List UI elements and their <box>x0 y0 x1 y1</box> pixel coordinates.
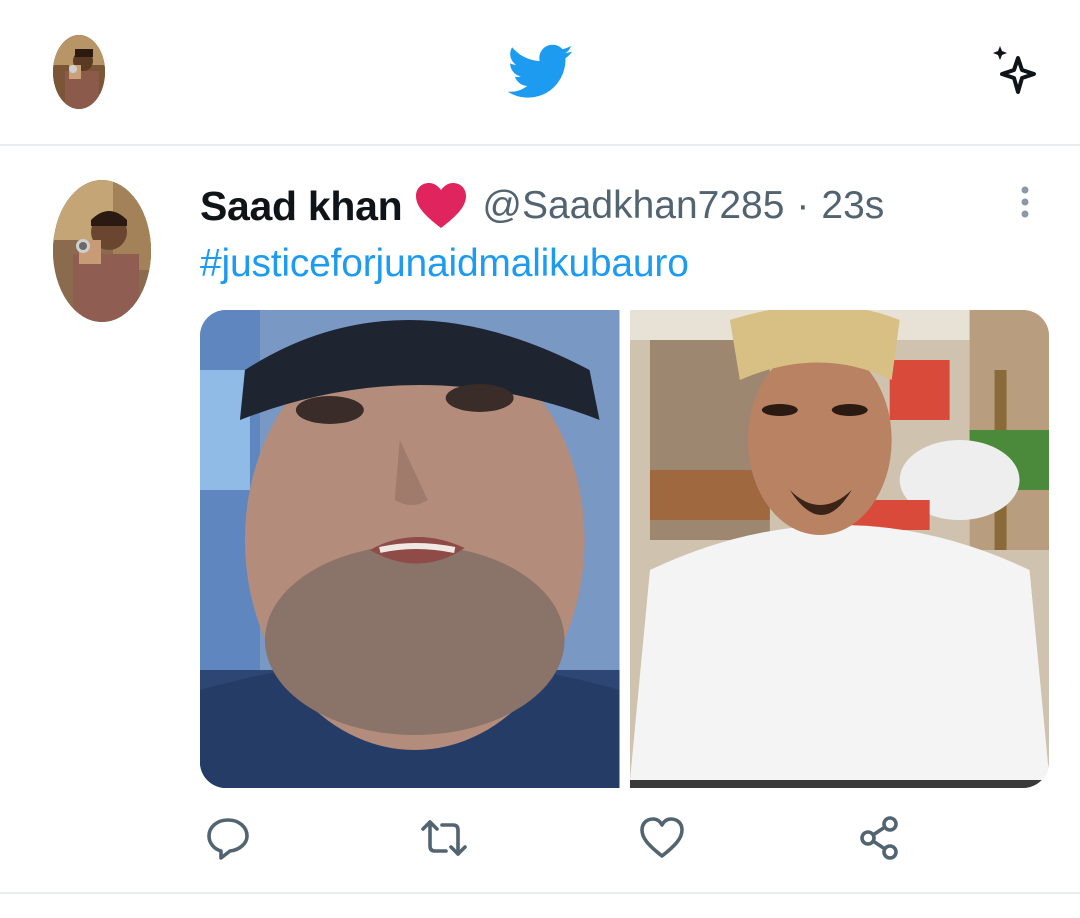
tweet-header: Saad khan @Saadkhan7285 · 23s <box>200 180 884 232</box>
retweet-icon[interactable] <box>418 812 470 864</box>
more-options-icon[interactable] <box>1010 178 1040 226</box>
tweet-author-avatar[interactable] <box>53 180 151 322</box>
tweet[interactable]: Saad khan @Saadkhan7285 · 23s #justicefo… <box>0 148 1080 892</box>
top-navigation-bar <box>0 0 1080 146</box>
red-heart-emoji-icon <box>416 183 467 228</box>
profile-avatar-image <box>53 35 105 109</box>
reply-icon[interactable] <box>202 812 254 864</box>
photo-young-man-cap[interactable] <box>629 310 1049 788</box>
tweet-media <box>200 310 1049 788</box>
photo-crying-man-image <box>200 310 620 788</box>
photo-crying-man[interactable] <box>200 310 620 788</box>
author-display-name[interactable]: Saad khan <box>200 183 403 230</box>
photo-young-man-cap-image <box>629 310 1049 788</box>
twitter-app: Saad khan @Saadkhan7285 · 23s #justicefo… <box>0 0 1080 918</box>
like-icon[interactable] <box>636 812 688 864</box>
tweet-divider <box>0 892 1080 894</box>
separator-dot: · <box>796 184 810 227</box>
author-avatar-image <box>53 180 151 322</box>
tweet-actions <box>0 812 1080 872</box>
share-icon[interactable] <box>854 812 906 864</box>
hashtag-link[interactable]: #justiceforjunaidmalikubauro <box>200 242 689 286</box>
profile-avatar-button[interactable] <box>53 35 105 109</box>
author-handle[interactable]: @Saadkhan7285 <box>482 184 784 228</box>
sparkle-icon[interactable] <box>986 40 1050 104</box>
tweet-timestamp[interactable]: 23s <box>821 184 884 228</box>
twitter-bird-icon[interactable] <box>508 44 574 100</box>
